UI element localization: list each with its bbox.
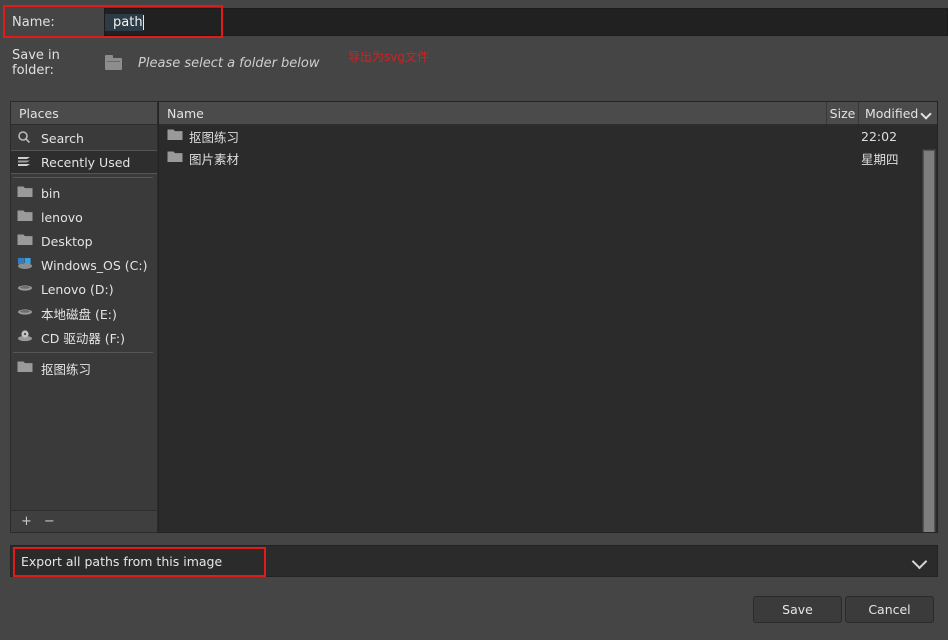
hard-drive-icon [17, 281, 35, 297]
places-item-2[interactable]: bin [11, 181, 157, 205]
folder-icon [104, 55, 124, 71]
folder-icon [17, 360, 35, 376]
places-item-label: lenovo [41, 209, 83, 225]
column-header-modified-label: Modified [865, 105, 919, 121]
places-item-label: CD 驱动器 (F:) [41, 330, 125, 346]
column-header-name[interactable]: Name [159, 102, 827, 124]
windows-drive-icon [17, 257, 35, 273]
file-name-cell: 抠图练习 [159, 127, 827, 146]
places-list: Search Recently Used bin lenovo Desktop Windo… [11, 125, 157, 510]
annotation-export-svg: 导出为svg文件 [348, 50, 429, 64]
places-item-4[interactable]: Desktop [11, 229, 157, 253]
places-item-label: bin [41, 185, 61, 201]
places-item-label: 抠图练习 [41, 361, 92, 377]
name-label: Name: [12, 14, 55, 30]
add-place-button[interactable]: + [21, 515, 32, 528]
folder-icon [167, 150, 183, 166]
column-header-size[interactable]: Size [827, 102, 859, 124]
places-item-label: Recently Used [41, 154, 131, 170]
folder-icon [17, 209, 35, 225]
dialog-footer: Save Cancel [0, 596, 948, 626]
search-icon [17, 130, 35, 146]
export-options-dropdown[interactable]: Export all paths from this image [10, 545, 938, 577]
cd-drive-icon [17, 329, 35, 345]
save-button[interactable]: Save [753, 596, 842, 623]
places-item-5[interactable]: Windows_OS (C:) [11, 253, 157, 277]
file-list-scrollbar[interactable] [922, 149, 936, 532]
recent-icon [17, 154, 35, 170]
places-footer: + − [11, 510, 157, 532]
scrollbar-thumb[interactable] [923, 150, 935, 532]
remove-place-button[interactable]: − [44, 515, 55, 528]
places-item-7[interactable]: 本地磁盘 (E:) [11, 301, 157, 325]
places-separator [13, 352, 153, 353]
places-item-label: Desktop [41, 233, 93, 249]
file-list-panel: Name Size Modified 抠图练习 22:02 图片素材 星期四 [158, 101, 938, 533]
name-row: Name: path [0, 8, 948, 36]
places-item-1[interactable]: Recently Used [11, 150, 157, 174]
places-item-label: 本地磁盘 (E:) [41, 306, 117, 322]
file-name-label: 图片素材 [189, 151, 240, 167]
table-row[interactable]: 图片素材 星期四 [159, 147, 937, 169]
filename-input-value: path [105, 13, 143, 31]
save-in-folder-row: Save in folder: Please select a folder b… [0, 48, 948, 78]
places-panel: Places Search Recently Used bin lenovo Deskt… [10, 101, 158, 533]
file-name-cell: 图片素材 [159, 149, 827, 168]
folder-hint-text: Please select a folder below [138, 55, 320, 71]
text-caret [142, 14, 144, 30]
places-item-9[interactable]: 抠图练习 [11, 356, 157, 380]
hard-drive-icon [17, 305, 35, 321]
folder-icon [17, 233, 35, 249]
places-item-0[interactable]: Search [11, 126, 157, 150]
cancel-button[interactable]: Cancel [845, 596, 934, 623]
places-item-8[interactable]: CD 驱动器 (F:) [11, 325, 157, 349]
places-item-label: Search [41, 130, 84, 146]
folder-icon [17, 185, 35, 201]
places-separator [13, 177, 153, 178]
save-in-folder-label: Save in folder: [12, 48, 60, 78]
places-header: Places [11, 102, 157, 125]
chevron-down-icon [922, 109, 931, 118]
folder-icon [167, 128, 183, 144]
chevron-down-icon [913, 554, 927, 568]
table-row[interactable]: 抠图练习 22:02 [159, 125, 937, 147]
column-header-modified[interactable]: Modified [859, 102, 937, 124]
places-item-label: Lenovo (D:) [41, 281, 114, 297]
file-modified-cell: 22:02 [861, 128, 898, 144]
places-item-3[interactable]: lenovo [11, 205, 157, 229]
places-item-6[interactable]: Lenovo (D:) [11, 277, 157, 301]
export-options-value: Export all paths from this image [21, 553, 223, 569]
file-list-body: 抠图练习 22:02 图片素材 星期四 [159, 125, 937, 532]
file-list-header: Name Size Modified [159, 102, 937, 125]
save-image-dialog: Name: path Save in folder: Please select… [0, 0, 948, 640]
filename-input[interactable]: path [104, 8, 948, 36]
file-name-label: 抠图练习 [189, 129, 240, 145]
places-item-label: Windows_OS (C:) [41, 257, 148, 273]
main-area: Places Search Recently Used bin lenovo Deskt… [10, 101, 938, 533]
